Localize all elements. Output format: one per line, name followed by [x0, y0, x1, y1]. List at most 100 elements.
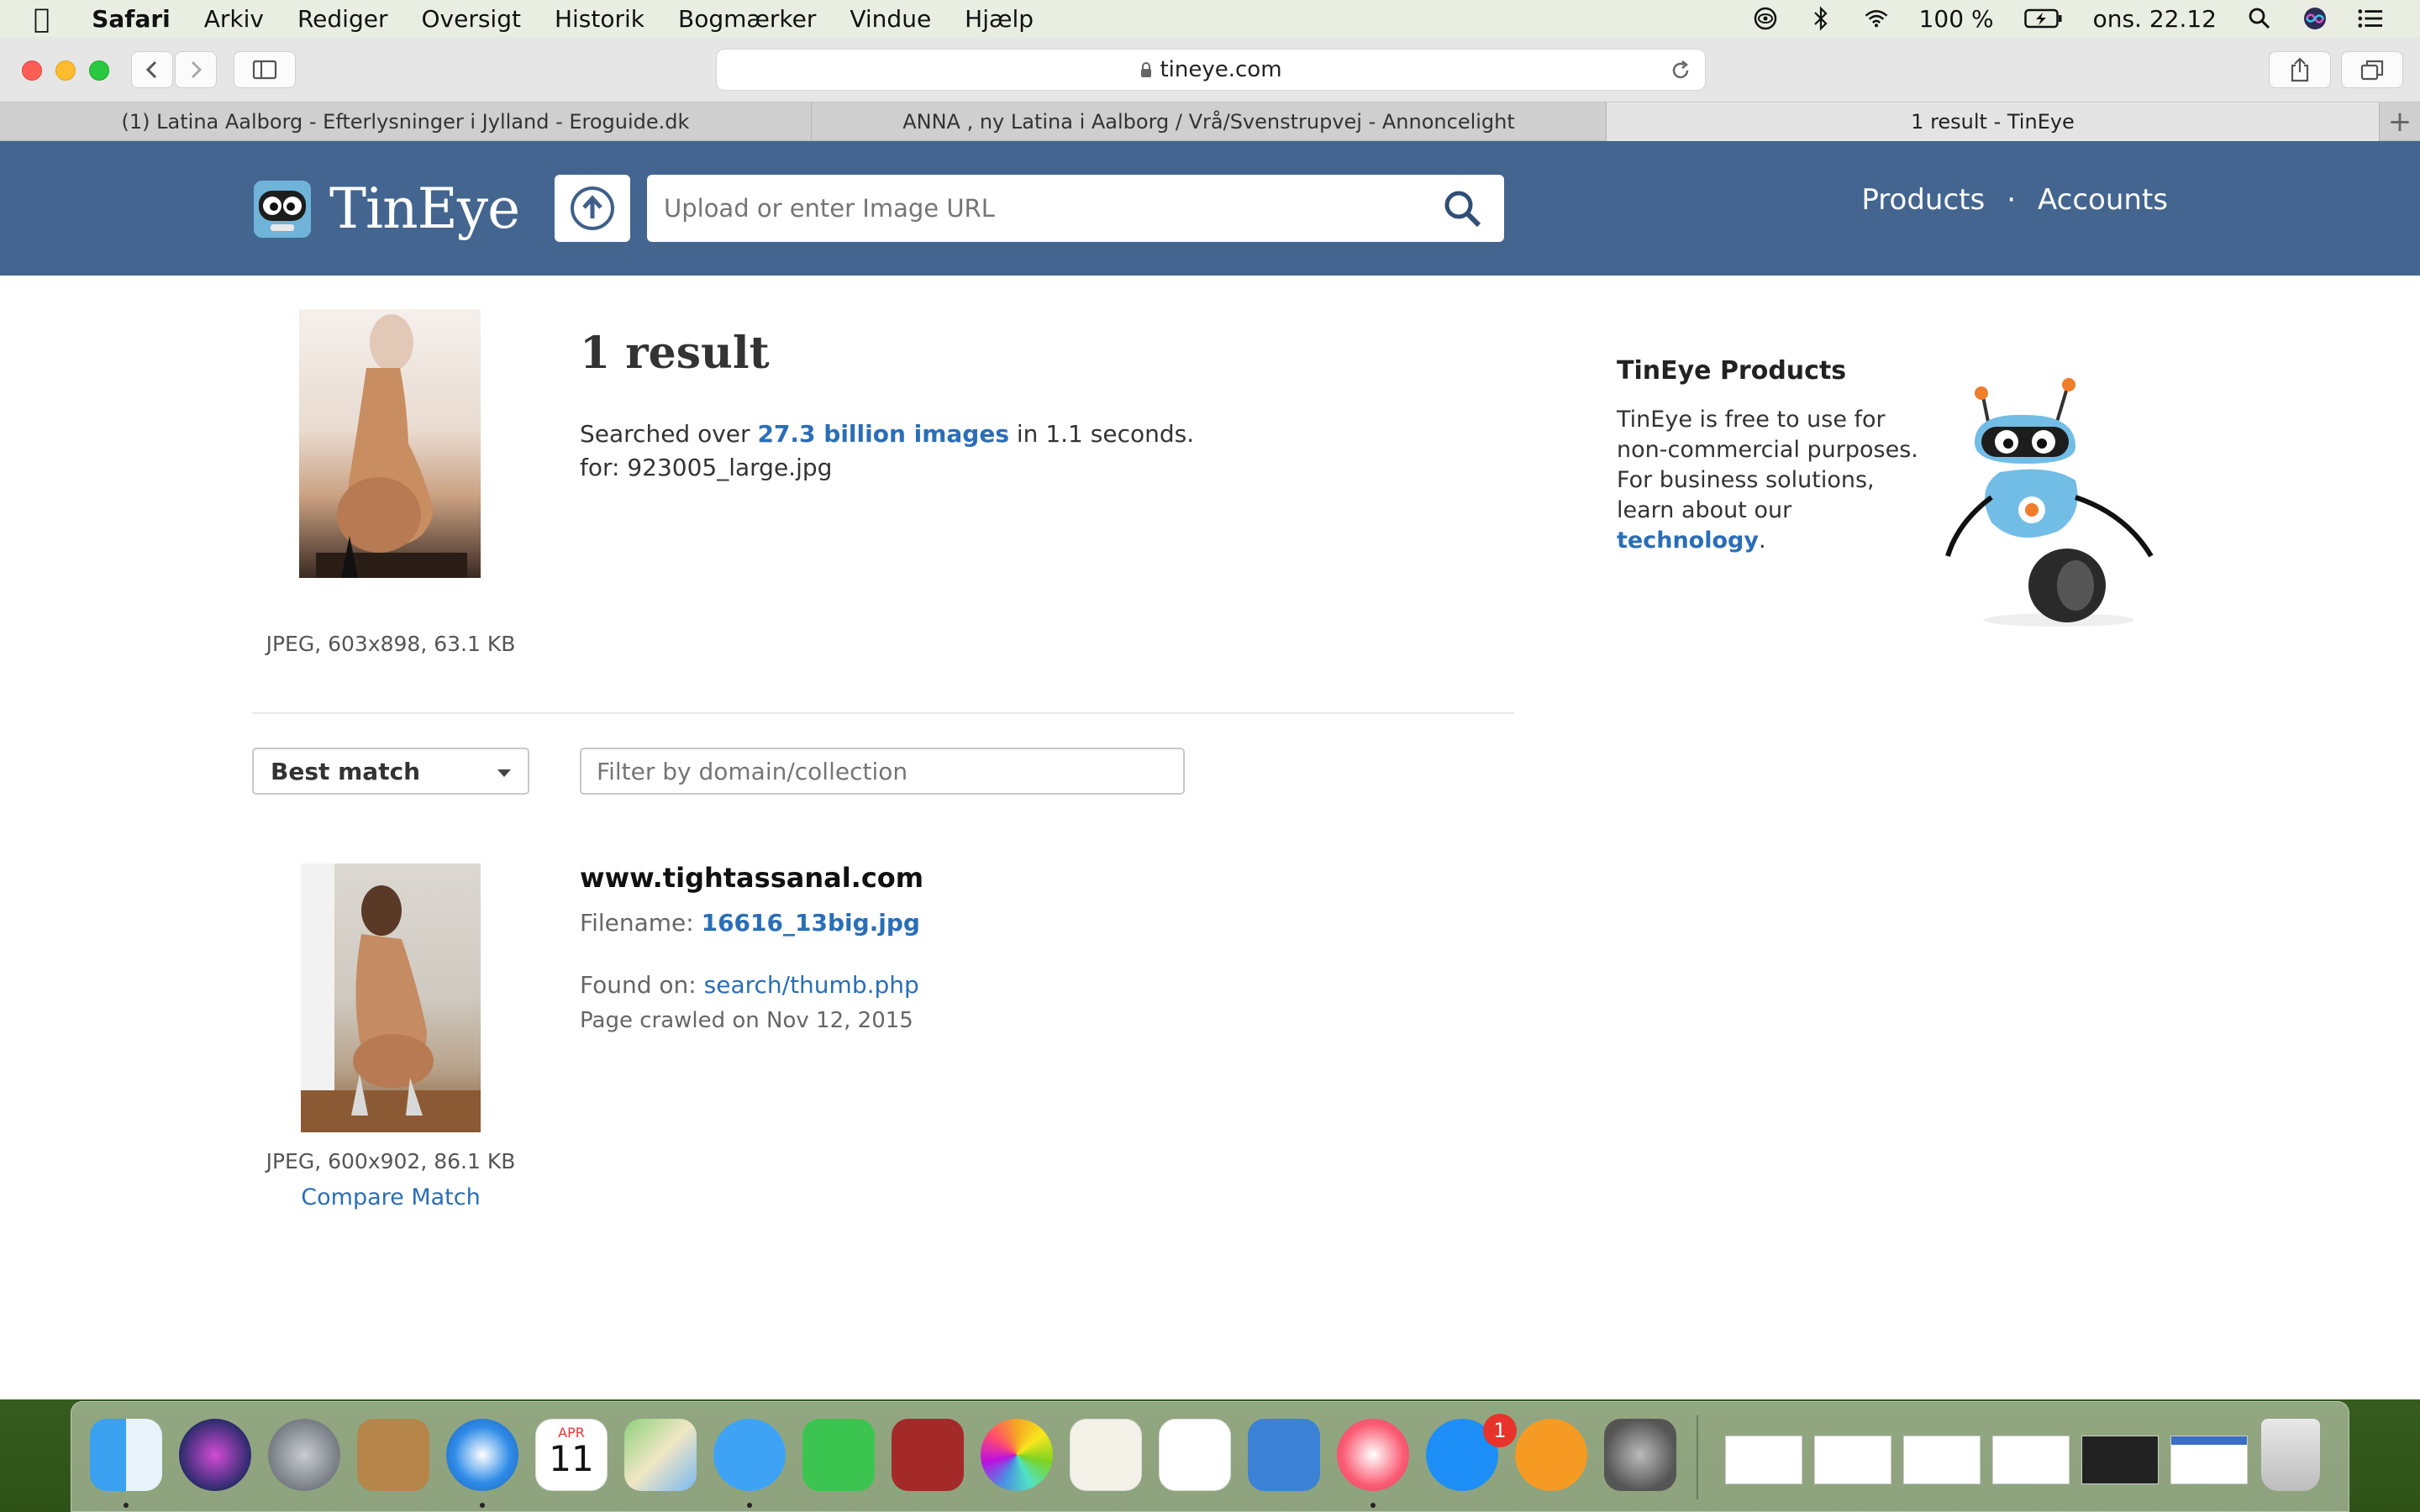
url-text: tineye.com [1160, 57, 1282, 82]
found-on-label: Found on: [580, 971, 704, 999]
pages-icon[interactable] [1070, 1419, 1142, 1491]
query-filename: for: 923005_large.jpg [580, 454, 833, 481]
tineye-logo[interactable]: TinEye [252, 176, 520, 241]
trash-icon[interactable] [2261, 1419, 2320, 1491]
minimize-window-button[interactable] [55, 60, 76, 81]
dock: APR 11 1 [71, 1401, 2349, 1512]
ibooks-icon[interactable] [1515, 1419, 1587, 1491]
menu-vindue[interactable]: Vindue [850, 5, 931, 33]
system-preferences-icon[interactable] [1604, 1419, 1676, 1491]
match-image-figure [301, 864, 481, 1132]
menu-app-name[interactable]: Safari [92, 5, 171, 33]
safari-running-indicator [480, 1503, 485, 1508]
calendar-day: 11 [549, 1438, 594, 1479]
siri-icon[interactable] [2302, 6, 2328, 31]
sidebar-body: TinEye is free to use for non-commercial… [1617, 407, 1918, 523]
chevron-down-icon [497, 769, 511, 777]
match-image-meta: JPEG, 600x902, 86.1 KB [266, 1149, 516, 1173]
domain-filter-input[interactable] [597, 757, 1168, 785]
contacts-icon[interactable] [357, 1419, 429, 1491]
dock-separator [1697, 1415, 1698, 1499]
battery-icon[interactable] [2023, 6, 2063, 31]
wifi-icon[interactable] [1864, 6, 1889, 31]
sort-select[interactable]: Best match [252, 748, 529, 795]
technology-link[interactable]: technology [1617, 528, 1759, 554]
forward-button[interactable] [175, 51, 217, 88]
sidebar-text: TinEye is free to use for non-commercial… [1617, 405, 1936, 556]
clock[interactable]: ons. 22.12 [2093, 5, 2217, 33]
tab-annoncelight[interactable]: ANNA , ny Latina i Aalborg / Vrå/Svenstr… [812, 102, 1607, 141]
tab-tineye[interactable]: 1 result - TinEye [1607, 102, 2380, 141]
share-button[interactable] [2269, 51, 2331, 88]
finder-icon[interactable] [90, 1419, 162, 1491]
menu-historik[interactable]: Historik [555, 5, 644, 33]
address-bar[interactable]: tineye.com [716, 49, 1706, 91]
tineye-robot-mascot-icon [1945, 378, 2154, 627]
calendar-icon[interactable]: APR 11 [535, 1419, 608, 1491]
minimized-window-1[interactable] [1725, 1436, 1802, 1484]
match-domain[interactable]: www.tightassanal.com [580, 862, 923, 894]
result-count-heading: 1 result [580, 328, 770, 379]
query-image-meta: JPEG, 603x898, 63.1 KB [266, 632, 516, 656]
match-filename-link[interactable]: 16616_13big.jpg [702, 909, 920, 937]
reload-icon[interactable] [1670, 60, 1691, 87]
messages-running-indicator [747, 1503, 752, 1508]
image-count-link[interactable]: 27.3 billion images [757, 420, 1009, 448]
query-image-figure [316, 314, 467, 578]
facetime-icon[interactable] [802, 1419, 875, 1491]
browser-toolbar: tineye.com [0, 37, 2420, 102]
itunes-running-indicator [1370, 1503, 1376, 1508]
keynote-icon[interactable] [1248, 1419, 1320, 1491]
minimized-window-4[interactable] [1992, 1436, 2070, 1484]
bluetooth-icon[interactable] [1808, 6, 1833, 31]
query-image-thumbnail[interactable] [299, 309, 481, 578]
menu-oversigt[interactable]: Oversigt [421, 5, 520, 33]
safari-icon[interactable] [446, 1419, 518, 1491]
new-tab-button[interactable]: + [2380, 102, 2420, 141]
menu-arkiv[interactable]: Arkiv [204, 5, 264, 33]
apple-menu-icon[interactable]:  [34, 3, 50, 34]
siri-dock-icon[interactable] [179, 1419, 251, 1491]
sidebar-end: . [1758, 528, 1766, 554]
photo-booth-icon[interactable] [892, 1419, 964, 1491]
match-image-thumbnail[interactable] [301, 864, 481, 1132]
compare-match-link[interactable]: Compare Match [252, 1184, 529, 1210]
upload-image-button[interactable] [555, 175, 630, 242]
menu-bogmaerker[interactable]: Bogmærker [678, 5, 816, 33]
minimized-window-5[interactable] [2081, 1436, 2159, 1484]
notification-center-icon[interactable] [2358, 6, 2383, 31]
sidebar-toggle-button[interactable] [234, 51, 296, 88]
maps-icon[interactable] [624, 1419, 697, 1491]
image-url-input[interactable] [664, 194, 1420, 223]
header-nav: Products · Accounts [1861, 183, 2168, 217]
battery-percent[interactable]: 100 % [1919, 5, 1994, 33]
zoom-window-button[interactable] [89, 60, 109, 81]
page-crawled-date: Page crawled on Nov 12, 2015 [580, 1008, 913, 1033]
close-window-button[interactable] [22, 60, 42, 81]
back-button[interactable] [131, 51, 173, 88]
nav-products-link[interactable]: Products [1861, 183, 1985, 217]
menu-bar:  Safari Arkiv Rediger Oversigt Historik… [0, 0, 2420, 37]
minimized-window-3[interactable] [1903, 1436, 1981, 1484]
spotlight-search-icon[interactable] [2247, 6, 2272, 31]
menu-rediger[interactable]: Rediger [297, 5, 388, 33]
sort-select-value: Best match [271, 757, 421, 785]
minimized-window-6[interactable] [2170, 1436, 2248, 1484]
menu-hjaelp[interactable]: Hjælp [965, 5, 1034, 33]
eye-status-icon[interactable] [1753, 6, 1778, 31]
minimized-window-2[interactable] [1814, 1436, 1891, 1484]
tineye-header: TinEye Products · Accounts [0, 141, 2420, 276]
match-filename-line: Filename: 16616_13big.jpg [580, 909, 920, 937]
itunes-icon[interactable] [1337, 1419, 1409, 1491]
numbers-icon[interactable] [1159, 1419, 1231, 1491]
sidebar-title: TinEye Products [1617, 356, 1847, 386]
searched-prefix: Searched over [580, 420, 758, 448]
search-icon[interactable] [1442, 188, 1482, 232]
launchpad-icon[interactable] [268, 1419, 340, 1491]
messages-icon[interactable] [713, 1419, 786, 1491]
tab-eroguide[interactable]: (1) Latina Aalborg - Efterlysninger i Jy… [0, 102, 812, 141]
photos-icon[interactable] [981, 1419, 1053, 1491]
found-on-link[interactable]: search/thumb.php [704, 971, 919, 999]
nav-accounts-link[interactable]: Accounts [2038, 183, 2168, 217]
tab-overview-button[interactable] [2341, 51, 2403, 88]
